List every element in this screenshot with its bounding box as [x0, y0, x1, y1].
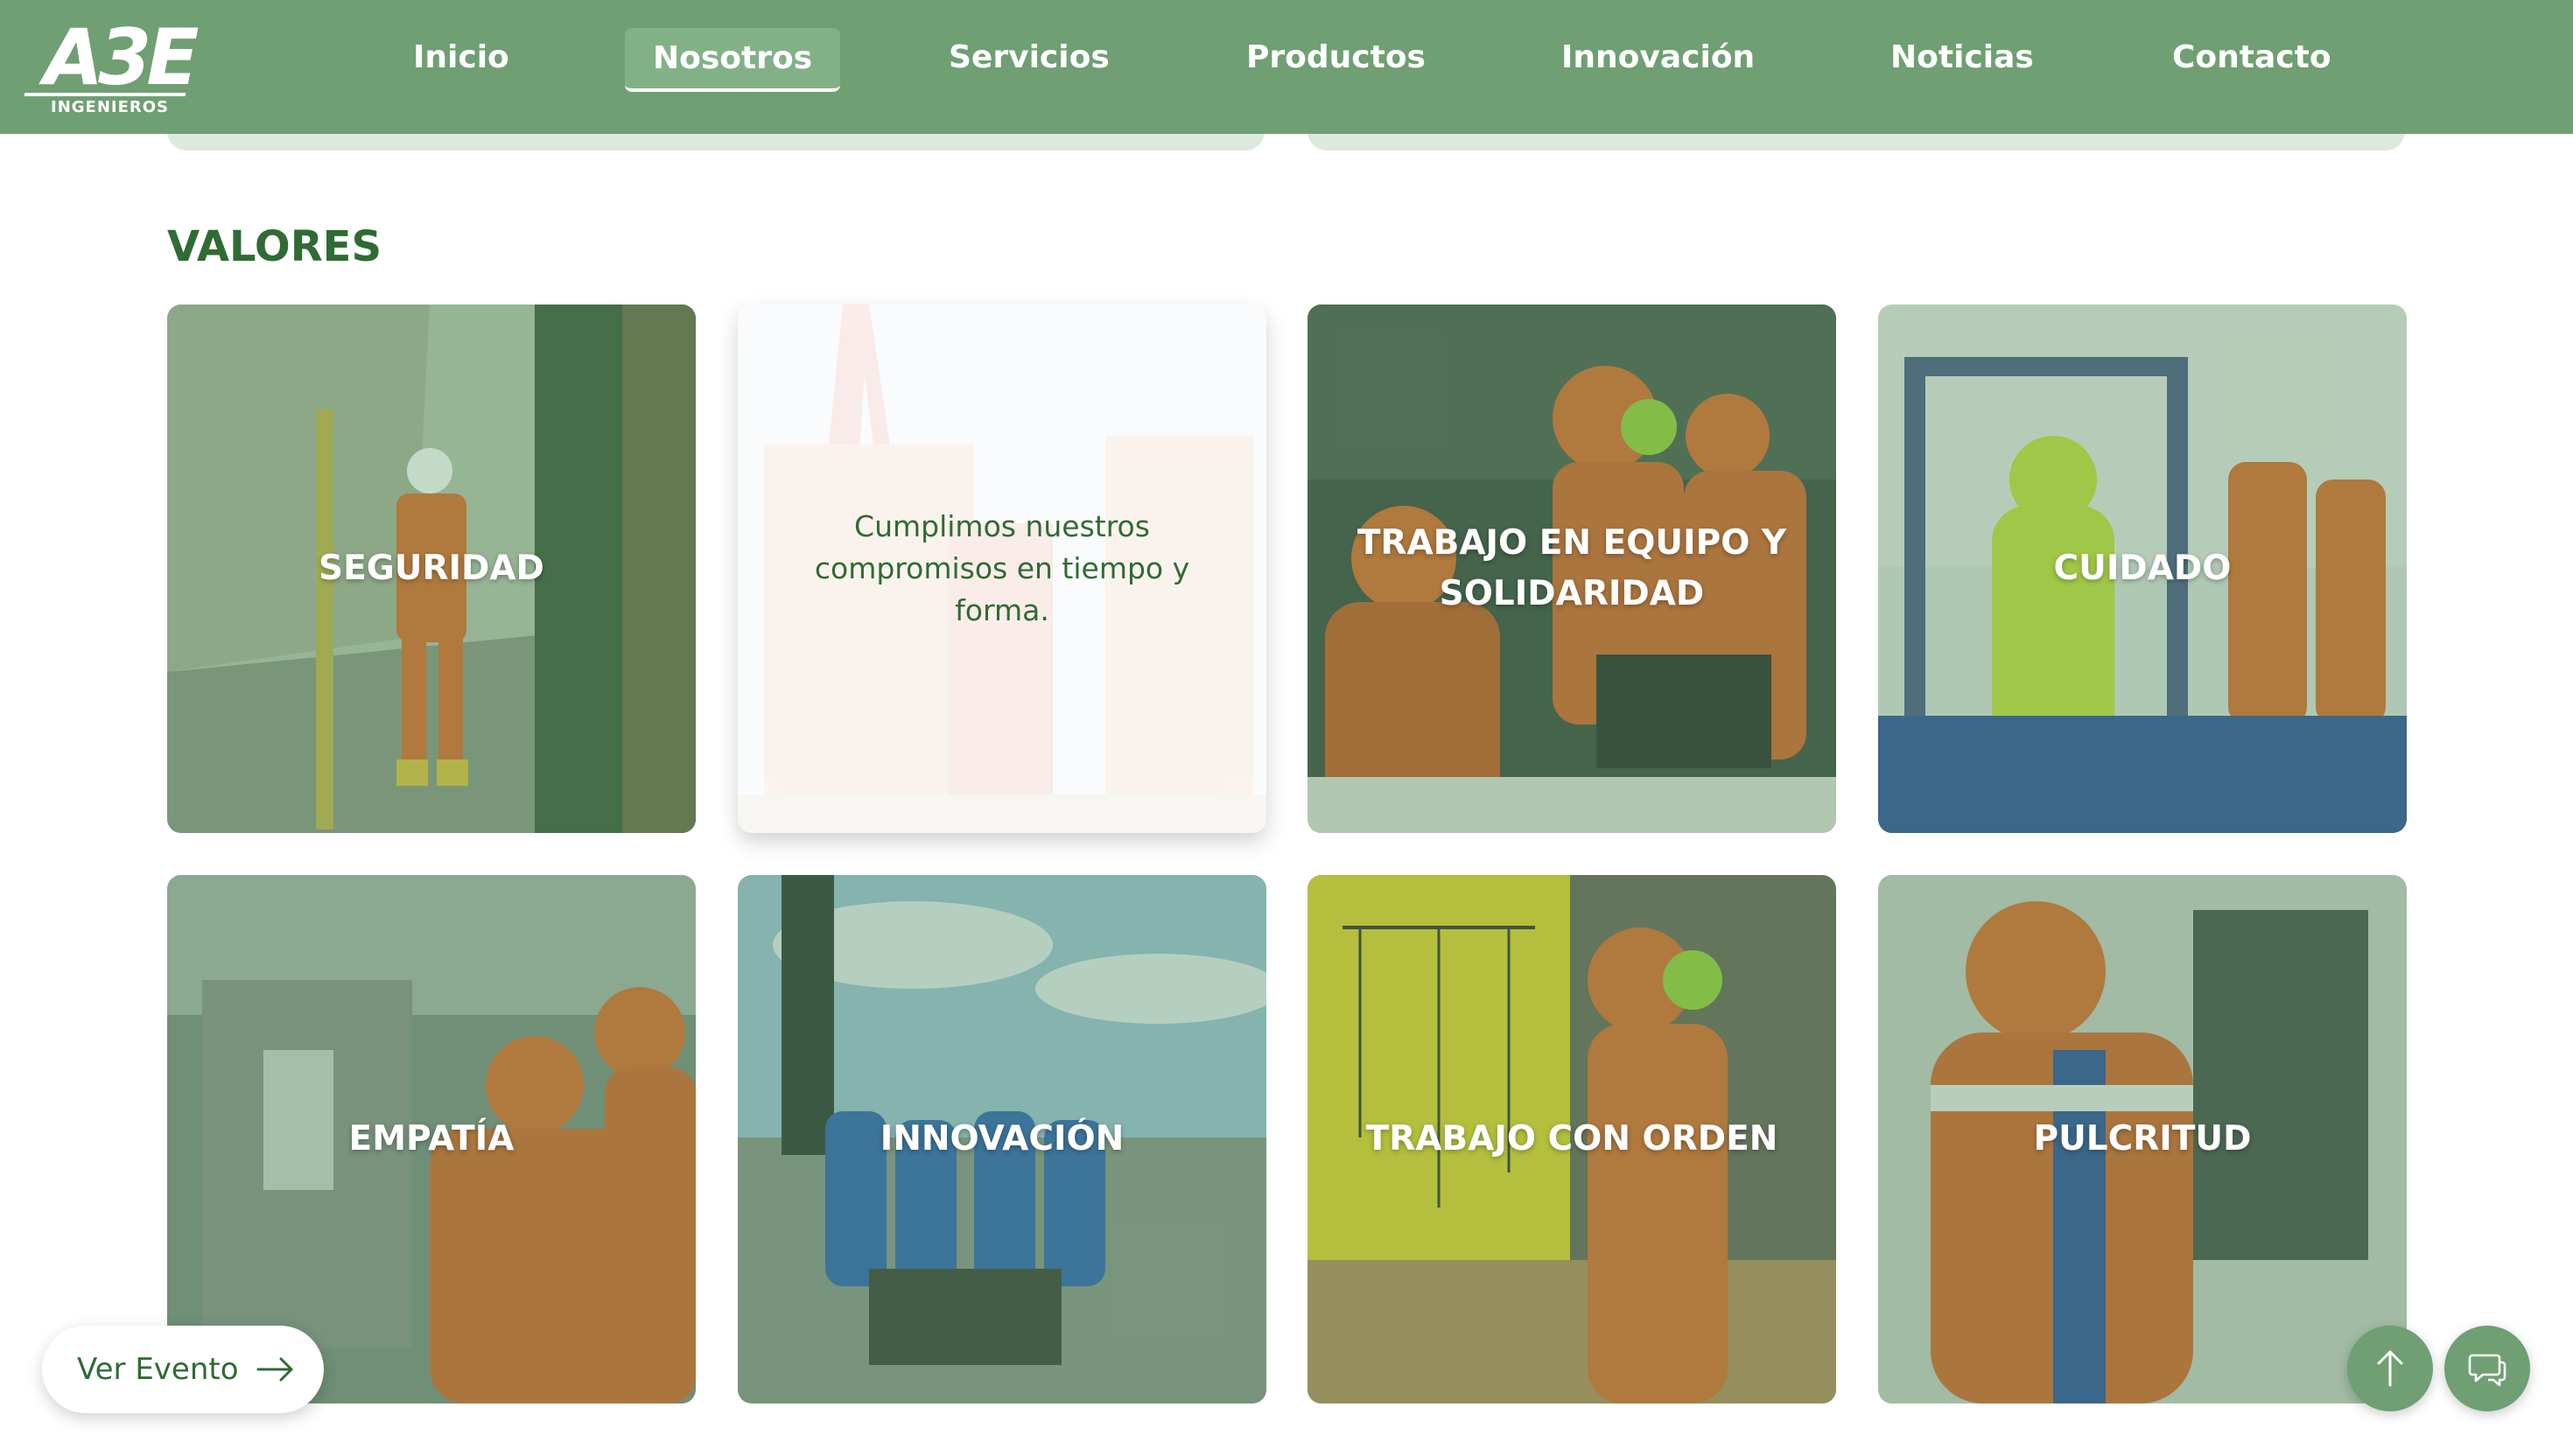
value-card-seguridad[interactable]: SEGURIDAD [167, 304, 696, 833]
value-card-empatia[interactable]: EMPATÍA [167, 875, 696, 1404]
card-label: CUIDADO [2053, 549, 2232, 588]
nav-item-servicios[interactable]: Servicios [949, 39, 1110, 75]
card-label: TRABAJO EN EQUIPO Y SOLIDARIDAD [1357, 523, 1787, 613]
scroll-top-button[interactable] [2347, 1326, 2433, 1411]
nav-item-noticias[interactable]: Noticias [1890, 39, 2034, 75]
nav-item-contacto[interactable]: Contacto [2172, 39, 2331, 75]
nav-item-inicio[interactable]: Inicio [413, 39, 509, 75]
nav-item-nosotros[interactable]: Nosotros [625, 28, 841, 92]
value-card-trabajo-orden[interactable]: TRABAJO CON ORDEN [1308, 875, 1836, 1404]
main-nav: Inicio Nosotros Servicios Productos Inno… [0, 0, 2573, 134]
chat-button[interactable] [2444, 1326, 2530, 1411]
value-card-trabajo-equipo[interactable]: TRABAJO EN EQUIPO Y SOLIDARIDAD [1308, 304, 1836, 833]
value-card-cuidado[interactable]: CUIDADO [1878, 304, 2407, 833]
ver-evento-label: Ver Evento [77, 1352, 239, 1387]
ver-evento-button[interactable]: Ver Evento [42, 1326, 324, 1413]
card-label: TRABAJO CON ORDEN [1365, 1119, 1778, 1158]
arrow-right-icon [256, 1357, 293, 1382]
nav-item-productos[interactable]: Productos [1246, 39, 1426, 75]
site-header: A3E INGENIEROS Inicio Nosotros Servicios… [0, 0, 2573, 134]
nav-item-innovacion[interactable]: Innovación [1561, 39, 1755, 75]
arrow-up-icon [2377, 1350, 2403, 1387]
value-card-cumplimiento[interactable]: Cumplimos nuestros compromisos en tiempo… [738, 304, 1266, 833]
chat-icon [2468, 1354, 2506, 1387]
card-label: EMPATÍA [348, 1119, 515, 1158]
card-label: INNOVACIÓN [880, 1119, 1125, 1158]
section-title: VALORES [167, 222, 382, 271]
value-card-pulcritud[interactable]: PULCRITUD [1878, 875, 2407, 1404]
card-label: SEGURIDAD [319, 549, 544, 588]
card-description: Cumplimos nuestros compromisos en tiempo… [814, 509, 1190, 627]
card-label: PULCRITUD [2033, 1119, 2252, 1158]
value-card-innovacion[interactable]: INNOVACIÓN [738, 875, 1266, 1404]
